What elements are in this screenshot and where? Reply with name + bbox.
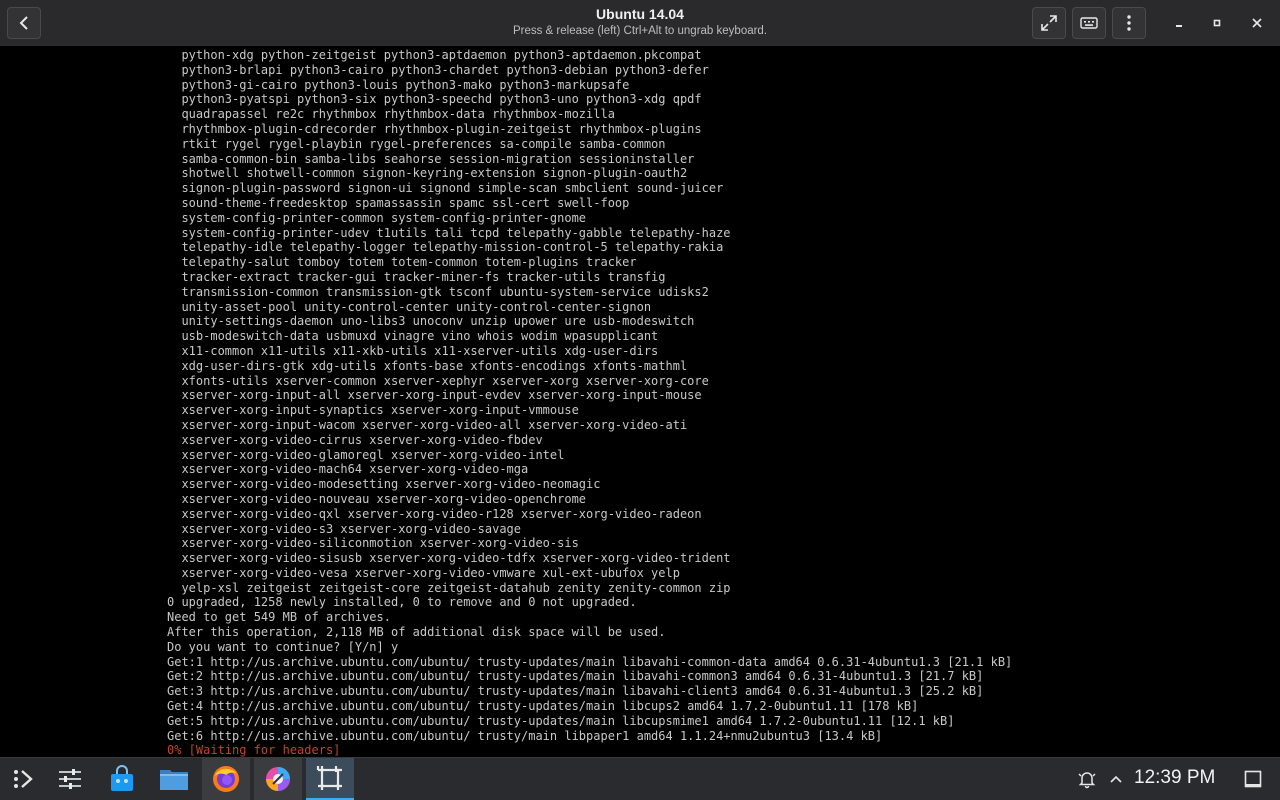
window-titlebar: Ubuntu 14.04 Press & release (left) Ctrl… bbox=[0, 0, 1280, 46]
terminal-view[interactable]: python-xdg python-zeitgeist python3-aptd… bbox=[0, 46, 1280, 757]
bell-icon bbox=[1078, 772, 1096, 789]
terminal-line: xserver-xorg-input-synaptics xserver-xor… bbox=[167, 403, 579, 418]
close-button[interactable] bbox=[1240, 7, 1274, 39]
firefox-button[interactable] bbox=[202, 758, 250, 800]
terminal-line: Get:1 http://us.archive.ubuntu.com/ubunt… bbox=[167, 654, 1013, 669]
terminal-line: rtkit rygel rygel-playbin rygel-preferen… bbox=[167, 136, 666, 151]
file-manager-button[interactable] bbox=[150, 758, 198, 800]
discover-store-button[interactable] bbox=[98, 758, 146, 800]
terminal-line: 0 upgraded, 1258 newly installed, 0 to r… bbox=[167, 595, 637, 610]
terminal-line: Get:4 http://us.archive.ubuntu.com/ubunt… bbox=[167, 699, 919, 714]
terminal-line: xserver-xorg-input-wacom xserver-xorg-vi… bbox=[167, 417, 688, 432]
terminal-line: system-config-printer-udev t1utils tali … bbox=[167, 225, 731, 240]
sliders-icon bbox=[59, 769, 81, 789]
terminal-line: Get:2 http://us.archive.ubuntu.com/ubunt… bbox=[167, 669, 984, 684]
vm-window-icon bbox=[316, 766, 342, 790]
show-desktop-button[interactable] bbox=[1230, 758, 1276, 800]
terminal-line: shotwell shotwell-common signon-keyring-… bbox=[167, 166, 688, 181]
minimize-button[interactable] bbox=[1162, 7, 1196, 39]
terminal-line: xserver-xorg-input-all xserver-xorg-inpu… bbox=[167, 388, 702, 403]
keyboard-icon bbox=[1080, 17, 1098, 29]
terminal-line: unity-settings-daemon uno-libs3 unoconv … bbox=[167, 314, 695, 329]
color-picker-button[interactable] bbox=[254, 758, 302, 800]
maximize-icon bbox=[1213, 19, 1221, 27]
terminal-line: xserver-xorg-video-sisusb xserver-xorg-v… bbox=[167, 551, 731, 566]
terminal-line: xserver-xorg-video-nouveau xserver-xorg-… bbox=[167, 491, 587, 506]
terminal-line: python3-pyatspi python3-six python3-spee… bbox=[167, 92, 702, 107]
show-desktop-icon bbox=[1244, 770, 1262, 788]
terminal-output: python-xdg python-zeitgeist python3-aptd… bbox=[167, 48, 1012, 757]
fullscreen-icon bbox=[1041, 15, 1057, 31]
settings-button[interactable] bbox=[46, 758, 94, 800]
folder-icon bbox=[160, 770, 188, 790]
terminal-line: transmission-common transmission-gtk tsc… bbox=[167, 284, 709, 299]
color-wheel-icon bbox=[266, 767, 290, 791]
kebab-menu-icon bbox=[1127, 15, 1131, 31]
terminal-line: xdg-user-dirs-gtk xdg-utils xfonts-base … bbox=[167, 358, 688, 373]
terminal-line: unity-asset-pool unity-control-center un… bbox=[167, 299, 652, 314]
terminal-line: xserver-xorg-video-qxl xserver-xorg-vide… bbox=[167, 506, 702, 521]
terminal-line: xserver-xorg-video-vesa xserver-xorg-vid… bbox=[167, 565, 680, 580]
terminal-line: xserver-xorg-video-modesetting xserver-x… bbox=[167, 477, 601, 492]
app-launcher-icon bbox=[14, 770, 33, 788]
minimize-icon bbox=[1176, 25, 1182, 27]
clock[interactable]: 12:39 PM bbox=[1134, 767, 1215, 789]
terminal-line: xserver-xorg-video-s3 xserver-xorg-video… bbox=[167, 521, 522, 536]
terminal-line: Get:3 http://us.archive.ubuntu.com/ubunt… bbox=[167, 684, 984, 699]
terminal-line: xserver-xorg-video-cirrus xserver-xorg-v… bbox=[167, 432, 543, 447]
fullscreen-button[interactable] bbox=[1032, 7, 1066, 39]
terminal-line: system-config-printer-common system-conf… bbox=[167, 210, 587, 225]
terminal-line: python3-gi-cairo python3-louis python3-m… bbox=[167, 77, 630, 92]
terminal-line: Do you want to continue? [Y/n] y bbox=[167, 639, 399, 654]
terminal-line: Get:5 http://us.archive.ubuntu.com/ubunt… bbox=[167, 713, 955, 728]
app-launcher-button[interactable] bbox=[0, 758, 48, 800]
terminal-line: telepathy-salut tomboy totem totem-commo… bbox=[167, 255, 637, 270]
terminal-line: xserver-xorg-video-glamoregl xserver-xor… bbox=[167, 447, 565, 462]
terminal-line: Need to get 549 MB of archives. bbox=[167, 610, 391, 625]
terminal-line: python-xdg python-zeitgeist python3-aptd… bbox=[167, 48, 702, 62]
store-bag-icon bbox=[111, 765, 133, 791]
terminal-line: x11-common x11-utils x11-xkb-utils x11-x… bbox=[167, 343, 659, 358]
terminal-line: xserver-xorg-video-mach64 xserver-xorg-v… bbox=[167, 462, 529, 477]
terminal-line: usb-modeswitch-data usbmuxd vinagre vino… bbox=[167, 329, 659, 344]
terminal-line: rhythmbox-plugin-cdrecorder rhythmbox-pl… bbox=[167, 121, 702, 136]
menu-button[interactable] bbox=[1112, 7, 1146, 39]
terminal-line: quadrapassel re2c rhythmbox rhythmbox-da… bbox=[167, 107, 615, 122]
virtual-machine-button[interactable] bbox=[306, 758, 354, 800]
terminal-line: Get:6 http://us.archive.ubuntu.com/ubunt… bbox=[167, 728, 883, 743]
terminal-line: telepathy-idle telepathy-logger telepath… bbox=[167, 240, 724, 255]
terminal-line: xfonts-utils xserver-common xserver-xeph… bbox=[167, 373, 709, 388]
terminal-line: sound-theme-freedesktop spamassassin spa… bbox=[167, 195, 630, 210]
terminal-line: python3-brlapi python3-cairo python3-cha… bbox=[167, 62, 709, 77]
download-progress-line: 0% [Waiting for headers] bbox=[167, 743, 341, 757]
tray-expand-button[interactable] bbox=[1098, 758, 1134, 800]
terminal-line: xserver-xorg-video-siliconmotion xserver… bbox=[167, 536, 579, 551]
terminal-line: samba-common-bin samba-libs seahorse ses… bbox=[167, 151, 695, 166]
terminal-line: tracker-extract tracker-gui tracker-mine… bbox=[167, 269, 666, 284]
chevron-up-icon bbox=[1110, 775, 1122, 783]
taskbar: 12:39 PM bbox=[0, 757, 1280, 800]
close-icon bbox=[1252, 18, 1262, 28]
terminal-line: yelp-xsl zeitgeist zeitgeist-core zeitge… bbox=[167, 580, 731, 595]
keyboard-button[interactable] bbox=[1072, 7, 1106, 39]
maximize-button[interactable] bbox=[1200, 7, 1234, 39]
terminal-line: signon-plugin-password signon-ui signond… bbox=[167, 181, 724, 196]
firefox-icon bbox=[213, 766, 239, 792]
terminal-line: After this operation, 2,118 MB of additi… bbox=[167, 625, 666, 640]
